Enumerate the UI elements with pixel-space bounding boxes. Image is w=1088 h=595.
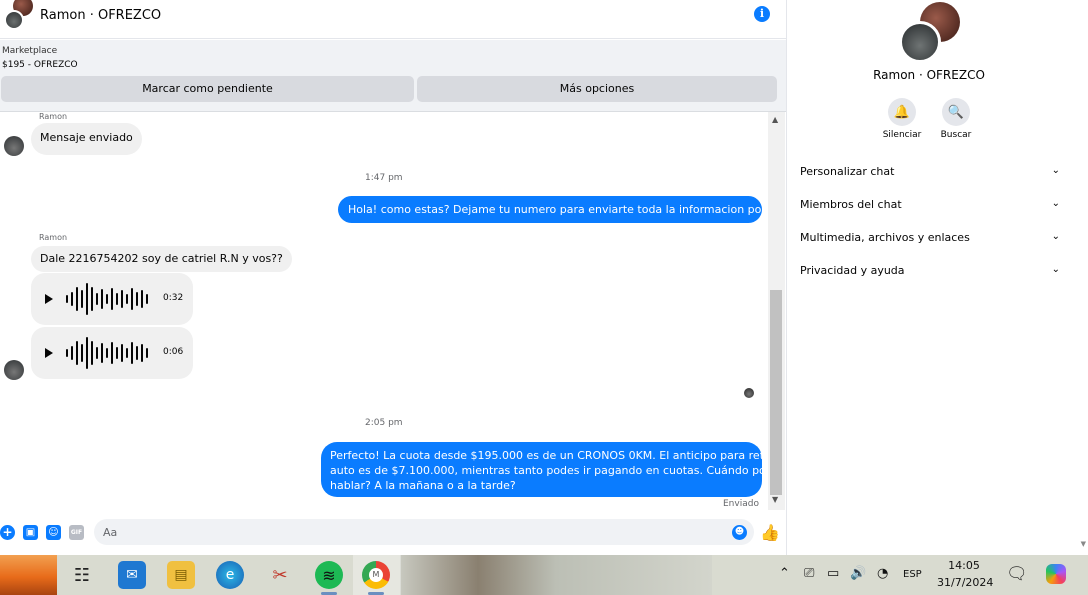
chrome-icon[interactable]: M	[362, 561, 390, 589]
meet-now-icon[interactable]: ⎚	[804, 566, 814, 581]
chevron-down-icon: ⌄	[1051, 198, 1060, 209]
message-bubble-outgoing[interactable]: Hola! como estas? Dejame tu numero para …	[338, 196, 802, 223]
notifications-icon[interactable]: 🗨	[1006, 564, 1028, 584]
section-media-files-links[interactable]: Multimedia, archivos y enlaces ⌄	[800, 231, 1060, 251]
listing-price-title[interactable]: $195 - OFREZCO	[2, 60, 78, 70]
edge-icon[interactable]: e	[216, 561, 244, 589]
marketplace-listing: Marketplace $195 - OFREZCO Marcar como p…	[0, 40, 786, 112]
more-options-button[interactable]: Más opciones	[417, 76, 777, 102]
message-line: Perfecto! La cuota desde $195.000 es de …	[330, 449, 797, 462]
wallpaper-strip	[400, 555, 712, 595]
sent-status: Enviado	[723, 499, 759, 509]
message-scrollbar[interactable]: ▲ ▼	[768, 112, 785, 510]
section-label: Multimedia, archivos y enlaces	[800, 231, 970, 244]
section-privacy-help[interactable]: Privacidad y ayuda ⌄	[800, 264, 1060, 284]
waveform-icon	[66, 283, 148, 315]
scroll-up-icon[interactable]: ▲	[772, 115, 778, 124]
section-label: Personalizar chat	[800, 165, 895, 178]
scroll-thumb[interactable]	[770, 290, 782, 495]
chevron-down-icon: ⌄	[1051, 231, 1060, 242]
message-bubble-outgoing[interactable]: Perfecto! La cuota desde $195.000 es de …	[321, 442, 797, 497]
sender-name: Ramon	[39, 112, 68, 121]
bell-icon: 🔔	[888, 98, 916, 126]
section-chat-members[interactable]: Miembros del chat ⌄	[800, 198, 1060, 218]
wifi-icon[interactable]: ◔	[877, 566, 888, 581]
sender-name: Ramon	[39, 233, 68, 242]
clock-time[interactable]: 14:05	[937, 559, 991, 572]
message-line: auto es de $7.100.000, mientras tanto po…	[330, 464, 786, 477]
section-customize-chat[interactable]: Personalizar chat ⌄	[800, 165, 1060, 185]
snipping-tool-icon[interactable]: ✂	[266, 561, 294, 589]
chrome-profile-badge: M	[369, 568, 383, 582]
scroll-down-icon[interactable]: ▼	[772, 495, 778, 504]
conversation-info-pane: Ramon · OFREZCO 🔔 Silenciar 🔍 Buscar Per…	[786, 0, 1088, 555]
message-timestamp: 2:05 pm	[365, 418, 403, 428]
taskbar: ☷ ✉ ▤ e ✂ ≋ M ⌃ ⎚ ▭ 🔊 ◔ ESP 14:05 31/7/2…	[0, 555, 1088, 595]
mute-label: Silenciar	[882, 130, 922, 140]
chat-title[interactable]: Ramon · OFREZCO	[40, 8, 161, 23]
chat-pane: Ramon · OFREZCO i Marketplace $195 - OFR…	[0, 0, 802, 555]
message-input[interactable]	[94, 519, 754, 545]
spotify-icon[interactable]: ≋	[315, 561, 343, 589]
voice-message[interactable]: 0:06	[31, 327, 193, 379]
voice-duration: 0:32	[163, 293, 184, 303]
plus-icon[interactable]: +	[0, 525, 15, 540]
contact-name: Ramon · OFREZCO	[873, 68, 985, 82]
search-label: Buscar	[940, 130, 972, 140]
chevron-down-icon: ⌄	[1051, 264, 1060, 275]
read-receipt-avatar	[744, 388, 754, 398]
mute-button[interactable]: 🔔 Silenciar	[872, 98, 932, 140]
mark-pending-button[interactable]: Marcar como pendiente	[1, 76, 414, 102]
message-line: hablar? A la mañana o a la tarde?	[330, 479, 516, 492]
listing-kind: Marketplace	[2, 46, 58, 56]
play-icon[interactable]	[45, 294, 53, 304]
chevron-down-icon: ⌄	[1051, 165, 1060, 176]
image-icon[interactable]: ▣	[23, 525, 38, 540]
voice-duration: 0:06	[163, 347, 184, 357]
search-button[interactable]: 🔍 Buscar	[926, 98, 986, 140]
waveform-icon	[66, 337, 148, 369]
avatar[interactable]	[4, 136, 24, 156]
info-icon[interactable]: i	[754, 6, 770, 22]
section-label: Miembros del chat	[800, 198, 902, 211]
search-icon: 🔍	[942, 98, 970, 126]
copilot-icon[interactable]	[1046, 564, 1066, 584]
gif-icon[interactable]: GIF	[69, 525, 84, 540]
mail-icon[interactable]: ✉	[118, 561, 146, 589]
clock-date[interactable]: 31/7/2024	[937, 576, 993, 589]
voice-message[interactable]: 0:32	[31, 273, 193, 325]
section-label: Privacidad y ayuda	[800, 264, 905, 277]
battery-icon[interactable]: ▭	[827, 566, 839, 581]
message-composer: + ▣ ☺ GIF ☻ 👍	[0, 512, 786, 555]
avatar[interactable]	[4, 360, 24, 380]
task-view-icon[interactable]: ☷	[68, 561, 96, 589]
sticker-icon[interactable]: ☺	[46, 525, 61, 540]
volume-icon[interactable]: 🔊	[850, 566, 866, 581]
message-bubble-incoming[interactable]: Dale 2216754202 soy de catriel R.N y vos…	[31, 246, 292, 272]
language-indicator[interactable]: ESP	[903, 569, 922, 580]
avatar	[899, 21, 941, 63]
play-icon[interactable]	[45, 348, 53, 358]
thumbs-up-icon[interactable]: 👍	[760, 523, 780, 542]
start-button[interactable]	[0, 555, 57, 595]
emoji-icon[interactable]: ☻	[732, 525, 747, 540]
chevron-up-icon[interactable]: ⌃	[779, 566, 790, 581]
scroll-down-icon[interactable]: ▼	[1081, 540, 1086, 548]
message-timestamp: 1:47 pm	[365, 173, 403, 183]
message-list: Ramon Mensaje enviado 1:47 pm Hola! como…	[0, 112, 802, 512]
message-bubble-incoming[interactable]: Mensaje enviado	[31, 123, 142, 155]
avatar[interactable]	[4, 10, 24, 30]
file-explorer-icon[interactable]: ▤	[167, 561, 195, 589]
chat-header: Ramon · OFREZCO i	[0, 0, 786, 39]
